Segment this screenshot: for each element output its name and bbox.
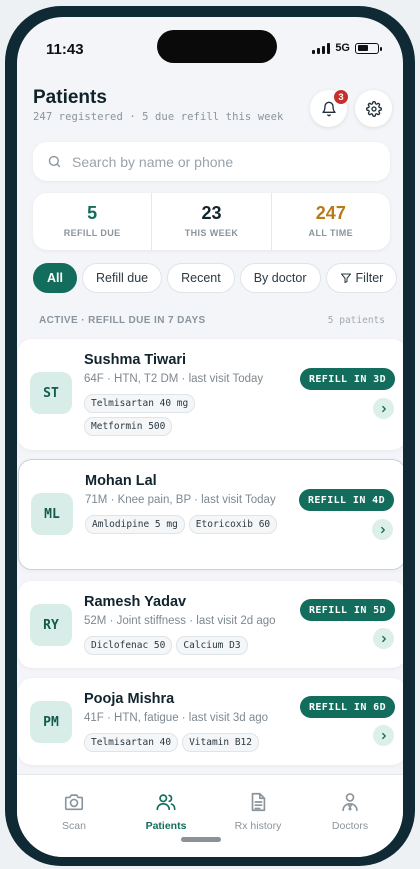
filter-chips: All Refill due Recent By doctor Filter	[33, 263, 398, 293]
avatar: PM	[30, 701, 72, 743]
patient-meta: 64F · HTN, T2 DM · last visit Today	[84, 373, 264, 385]
patient-card[interactable]: ST Sushma Tiwari 64F · HTN, T2 DM · last…	[18, 339, 403, 450]
stats-panel: 5 REFILL DUE 23 THIS WEEK 247 ALL TIME	[33, 193, 390, 250]
document-icon	[251, 792, 266, 812]
patient-meta: 41F · HTN, fatigue · last visit 3d ago	[84, 712, 269, 724]
tab-rx-history[interactable]: Rx history	[213, 791, 303, 832]
open-patient-button[interactable]	[373, 628, 394, 649]
phone-frame: 11:43 5G Patients 247 registered · 5 due…	[5, 6, 415, 866]
stat-label: REFILL DUE	[63, 228, 121, 238]
section-label: ACTIVE · REFILL DUE IN 7 DAYS	[39, 315, 206, 326]
patient-name: Ramesh Yadav	[84, 594, 187, 610]
doctor-icon	[342, 793, 358, 812]
avatar: RY	[30, 604, 72, 646]
medication-tags: Telmisartan 40 mg Metformin 500	[84, 394, 280, 436]
patient-meta: 52M · Joint stiffness · last visit 2d ag…	[84, 615, 276, 627]
stat-value: 5	[87, 203, 98, 223]
home-indicator[interactable]	[181, 837, 221, 842]
refill-badge: REFILL IN 3D	[299, 368, 395, 390]
chevron-right-icon	[380, 526, 385, 533]
tab-label: Patients	[145, 820, 187, 832]
avatar: ML	[31, 493, 73, 535]
medication-tag: Telmisartan 40 mg	[84, 394, 196, 413]
search-icon	[48, 155, 61, 168]
camera-icon	[64, 794, 84, 811]
dynamic-island	[157, 30, 277, 63]
filter-chip-refill-due[interactable]: Refill due	[81, 263, 163, 293]
stat-value: 23	[201, 203, 222, 223]
filter-chip-recent[interactable]: Recent	[167, 263, 235, 293]
stat-this-week[interactable]: 23 THIS WEEK	[152, 193, 272, 250]
tab-label: Scan	[62, 820, 86, 832]
refill-badge: REFILL IN 6D	[299, 696, 395, 718]
stat-all-time[interactable]: 247 ALL TIME	[272, 193, 390, 250]
search-input[interactable]	[72, 153, 372, 170]
search-bar[interactable]	[33, 142, 390, 181]
battery-icon	[355, 42, 382, 54]
medication-tag: Amlodipine 5 mg	[85, 515, 185, 534]
status-icons: 5G	[312, 42, 382, 54]
refill-badge: REFILL IN 5D	[299, 599, 395, 621]
refill-badge: REFILL IN 4D	[298, 489, 394, 511]
stat-refill-due[interactable]: 5 REFILL DUE	[33, 193, 153, 250]
network-label: 5G	[335, 42, 350, 54]
tab-scan[interactable]: Scan	[29, 791, 119, 832]
stat-label: ALL TIME	[308, 228, 354, 238]
notification-badge: 3	[333, 89, 349, 105]
patient-card[interactable]: PM Pooja Mishra 41F · HTN, fatigue · las…	[18, 678, 403, 765]
gear-icon	[365, 100, 382, 117]
settings-button[interactable]	[355, 90, 392, 127]
patient-card[interactable]: RY Ramesh Yadav 52M · Joint stiffness · …	[18, 581, 403, 668]
medication-tag: Vitamin B12	[182, 733, 259, 752]
medication-tag: Calcium D3	[176, 636, 248, 655]
stat-value: 247	[315, 203, 346, 223]
tab-doctors[interactable]: Doctors	[305, 791, 395, 832]
bell-icon	[321, 101, 336, 116]
bottom-tab-bar: Scan Patients Rx history Doctors	[17, 774, 403, 857]
medication-tag: Etoricoxib 60	[188, 515, 278, 534]
page-title: Patients	[33, 87, 107, 108]
filter-button[interactable]: Filter	[325, 263, 398, 293]
medication-tag: Metformin 500	[84, 417, 173, 436]
open-patient-button[interactable]	[372, 519, 393, 540]
stat-label: THIS WEEK	[184, 228, 239, 238]
medication-tags: Diclofenac 50 Calcium D3	[84, 636, 324, 655]
status-time: 11:43	[46, 41, 84, 58]
medication-tag: Diclofenac 50	[84, 636, 173, 655]
open-patient-button[interactable]	[373, 725, 394, 746]
users-icon	[156, 794, 176, 811]
chevron-right-icon	[381, 635, 386, 642]
patient-name: Sushma Tiwari	[84, 352, 187, 368]
chevron-right-icon	[381, 732, 386, 739]
patient-name: Pooja Mishra	[84, 691, 175, 707]
page-subtitle: 247 registered · 5 due refill this week	[33, 111, 284, 123]
patient-meta: 71M · Knee pain, BP · last visit Today	[85, 494, 276, 506]
medication-tag: Telmisartan 40	[84, 733, 179, 752]
section-count: 5 patients	[327, 315, 385, 326]
filter-chip-by-doctor[interactable]: By doctor	[239, 263, 321, 293]
filter-chip-all[interactable]: All	[33, 263, 77, 293]
signal-icon	[312, 42, 331, 54]
tab-label: Doctors	[331, 820, 369, 832]
medication-tags: Telmisartan 40 Vitamin B12	[84, 733, 324, 752]
screen: 11:43 5G Patients 247 registered · 5 due…	[17, 17, 403, 857]
patient-card[interactable]: ML Mohan Lal 71M · Knee pain, BP · last …	[18, 459, 403, 570]
open-patient-button[interactable]	[373, 398, 394, 419]
tab-patients[interactable]: Patients	[121, 791, 211, 832]
patient-name: Mohan Lal	[85, 473, 157, 489]
chevron-right-icon	[381, 405, 386, 412]
medication-tags: Amlodipine 5 mg Etoricoxib 60	[85, 515, 281, 534]
tab-label: Rx history	[234, 820, 282, 832]
avatar: ST	[30, 372, 72, 414]
filter-label: Filter	[355, 271, 384, 285]
filter-icon	[340, 273, 351, 283]
